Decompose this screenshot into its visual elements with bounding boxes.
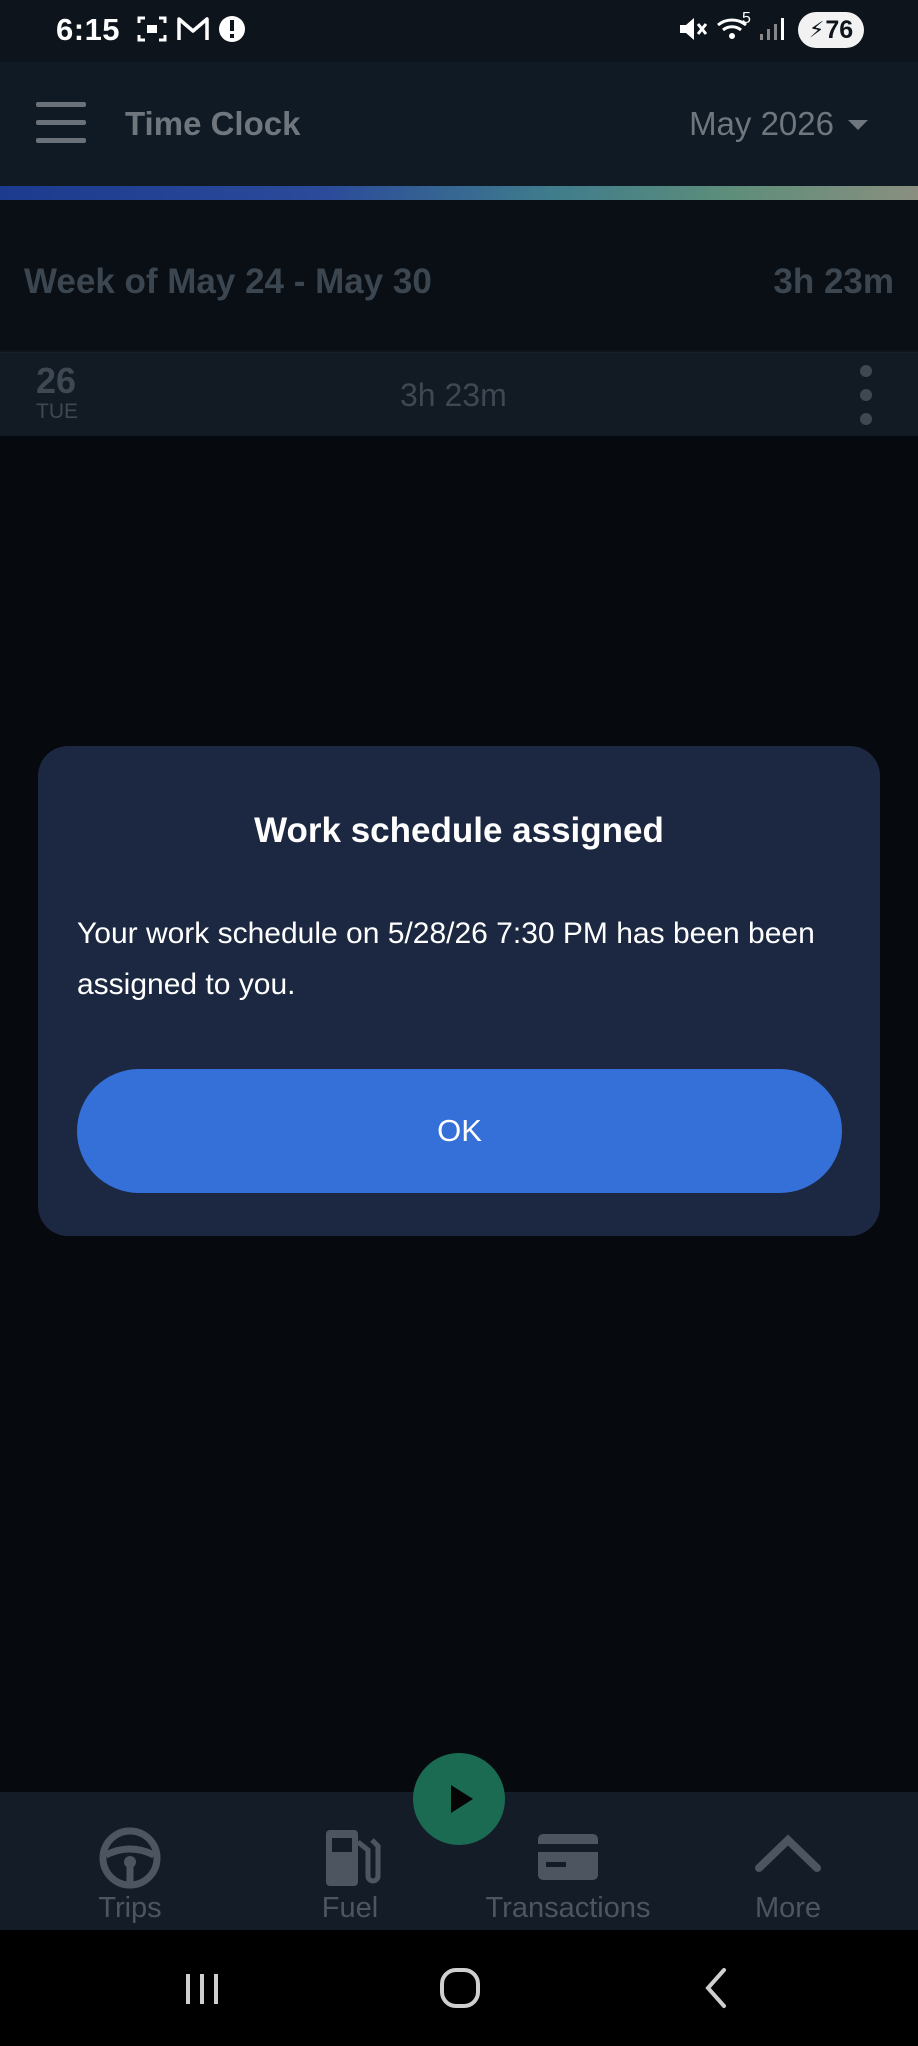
- alert-icon: [219, 16, 245, 42]
- mute-icon: [680, 18, 708, 40]
- week-total: 3h 23m: [773, 262, 894, 301]
- screenshot-icon: [137, 16, 167, 42]
- steering-wheel-icon: [99, 1827, 161, 1889]
- charging-icon: ⚡: [808, 17, 825, 42]
- week-header: Week of May 24 - May 30 3h 23m: [0, 200, 918, 350]
- fuel-pump-icon: [326, 1830, 381, 1886]
- nav-label-more: More: [754, 1892, 822, 1924]
- day-hours: 3h 23m: [400, 377, 507, 413]
- signal-icon: [760, 18, 784, 40]
- play-icon: [451, 1785, 473, 1813]
- system-nav-bar: [0, 1930, 918, 2046]
- more-options-icon[interactable]: [856, 365, 876, 425]
- home-icon[interactable]: [430, 1958, 490, 2018]
- alert-dialog: Work schedule assigned Your work schedul…: [38, 746, 880, 1236]
- screen: 6:15 5 ⚡ 76 Time Clock May 2026 Week of …: [0, 0, 918, 2046]
- nav-label-transactions: Transactions: [485, 1892, 651, 1924]
- week-label: Week of May 24 - May 30: [24, 262, 432, 301]
- chevron-up-icon: [755, 1834, 821, 1872]
- page-title: Time Clock: [125, 105, 301, 142]
- battery-level: 76: [825, 15, 854, 44]
- month-label: May 2026: [689, 105, 834, 142]
- nav-item-trips[interactable]: Trips: [60, 1792, 200, 1930]
- caret-down-icon: [848, 120, 868, 130]
- start-clock-button[interactable]: [413, 1753, 505, 1845]
- credit-card-icon: [538, 1834, 598, 1880]
- nav-label-fuel: Fuel: [321, 1892, 379, 1924]
- nav-item-fuel[interactable]: Fuel: [280, 1792, 420, 1930]
- progress-gradient-bar: [0, 186, 918, 200]
- day-row[interactable]: 26 TUE 3h 23m: [0, 352, 918, 436]
- day-weekday: TUE: [36, 400, 78, 423]
- status-time: 6:15: [56, 12, 121, 47]
- dialog-title: Work schedule assigned: [254, 811, 664, 850]
- nav-item-transactions[interactable]: Transactions: [478, 1792, 658, 1930]
- recent-apps-icon[interactable]: [172, 1958, 232, 2018]
- status-bar: 6:15 5 ⚡ 76: [0, 0, 918, 62]
- nav-item-more[interactable]: More: [718, 1792, 858, 1930]
- back-icon[interactable]: [688, 1958, 748, 2018]
- day-number: 26: [36, 360, 77, 401]
- ok-button[interactable]: OK: [77, 1069, 842, 1193]
- app-bar: Time Clock May 2026: [0, 62, 918, 186]
- gmail-icon: [177, 17, 209, 40]
- dialog-message: Your work schedule on 5/28/26 7:30 PM ha…: [77, 917, 815, 1001]
- wifi-standard-label: 5: [742, 10, 751, 27]
- battery-indicator: ⚡ 76: [798, 12, 864, 48]
- month-selector[interactable]: May 2026: [689, 105, 868, 143]
- nav-label-trips: Trips: [98, 1892, 162, 1924]
- menu-button[interactable]: [36, 102, 88, 144]
